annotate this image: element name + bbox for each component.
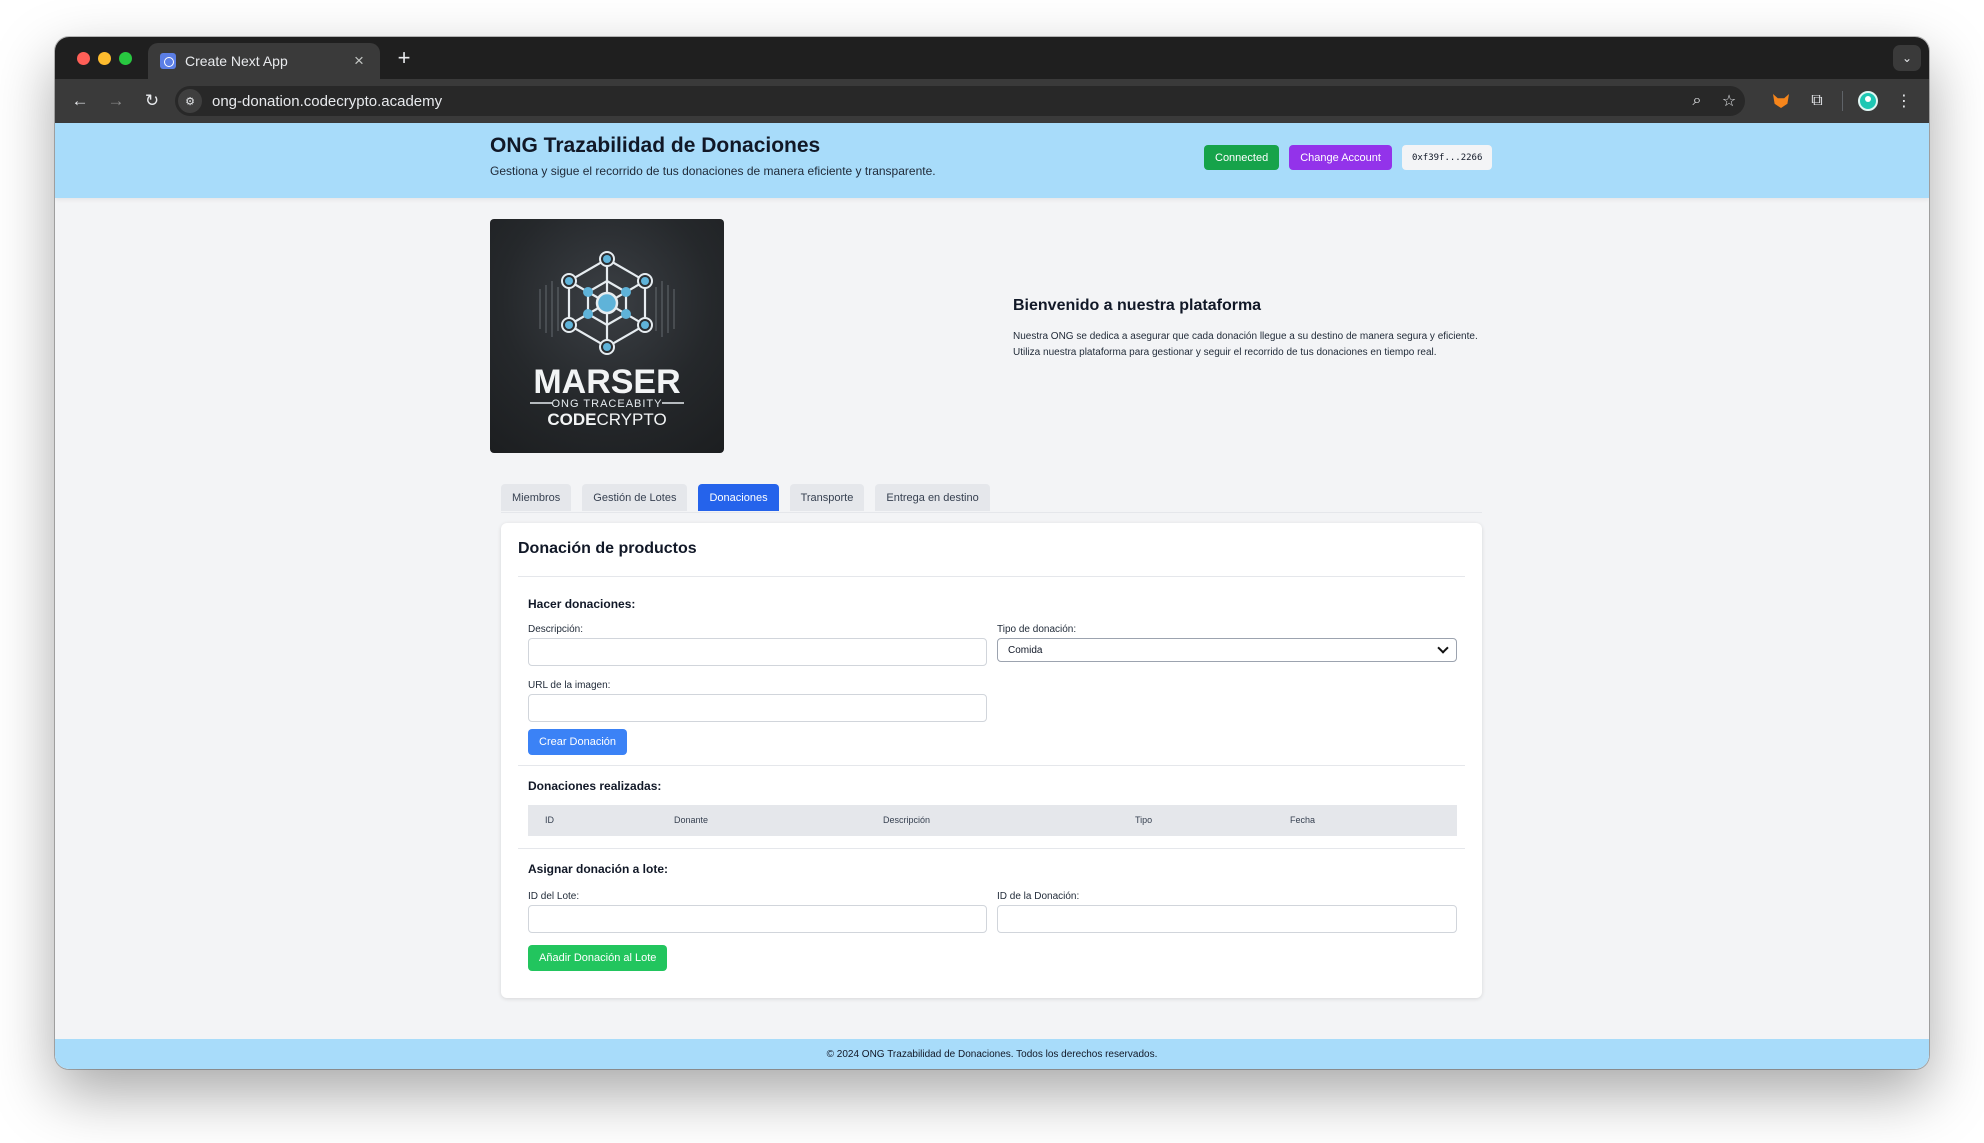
divider — [518, 765, 1465, 766]
column-header-tipo: Tipo — [1135, 815, 1153, 825]
browser-tab-active[interactable]: Create Next App × — [148, 43, 380, 79]
close-tab-icon[interactable]: × — [350, 51, 368, 71]
image-url-label: URL de la imagen: — [528, 680, 611, 691]
page-subtitle: Gestiona y sigue el recorrido de tus don… — [490, 164, 936, 178]
donation-type-label: Tipo de donación: — [997, 624, 1077, 635]
donation-id-label: ID de la Donación: — [997, 891, 1080, 902]
new-tab-button[interactable]: + — [391, 45, 417, 71]
avatar-icon — [1858, 91, 1878, 111]
tab-miembros[interactable]: Miembros — [501, 484, 572, 511]
metamask-fox-icon — [1773, 94, 1789, 108]
description-label: Descripción: — [528, 624, 584, 635]
welcome-title: Bienvenido a nuestra plataforma — [1013, 297, 1262, 314]
address-bar[interactable]: ⚙ ong-donation.codecrypto.academy ⌕ ☆ — [175, 86, 1745, 116]
column-header-donante: Donante — [674, 815, 709, 825]
browser-menu-button[interactable]: ⋮ — [1889, 86, 1919, 116]
add-donation-to-lot-button[interactable]: Añadir Donación al Lote — [528, 945, 668, 971]
window-controls — [77, 52, 132, 65]
close-window-button[interactable] — [77, 52, 90, 65]
create-donation-button[interactable]: Crear Donación — [528, 729, 628, 755]
arrow-left-icon: ← — [71, 91, 89, 110]
maximize-window-button[interactable] — [119, 52, 132, 65]
tab-donaciones[interactable]: Donaciones — [698, 484, 779, 511]
connected-button[interactable]: Connected — [1204, 145, 1280, 170]
column-header-fecha: Fecha — [1290, 815, 1316, 825]
tab-search-button[interactable]: ⌄ — [1893, 45, 1921, 71]
divider — [518, 576, 1465, 577]
reload-icon: ↻ — [144, 91, 160, 110]
lot-id-input[interactable] — [528, 905, 987, 933]
url-text[interactable]: ong-donation.codecrypto.academy — [212, 93, 1681, 110]
forward-button[interactable]: → — [101, 86, 131, 116]
donation-type-selected: Comida — [1008, 644, 1043, 656]
donation-id-input[interactable] — [997, 905, 1457, 933]
tune-icon: ⚙ — [185, 95, 195, 108]
profile-button[interactable] — [1853, 86, 1883, 116]
back-button[interactable]: ← — [65, 86, 95, 116]
header-actions: Connected Change Account 0xf39f...2266 — [1204, 145, 1493, 170]
arrow-right-icon: → — [107, 91, 125, 110]
donation-type-select[interactable]: Comida — [997, 638, 1457, 662]
browser-tab-strip: Create Next App × + ⌄ — [55, 37, 1929, 79]
logo-wordmark: MARSER — [533, 363, 680, 401]
minimize-window-button[interactable] — [98, 52, 111, 65]
browser-window: Create Next App × + ⌄ ← → ↻ ⚙ ong-donati… — [55, 37, 1929, 1069]
column-header-descripcion: Descripción — [883, 815, 931, 825]
footer-text: © 2024 ONG Trazabilidad de Donaciones. T… — [826, 1048, 1158, 1060]
donations-table-header: ID Donante Descripción Tipo Fecha — [528, 805, 1457, 836]
change-account-button[interactable]: Change Account — [1289, 145, 1392, 170]
column-header-id: ID — [545, 815, 554, 825]
toolbar-right: ⧉ ⋮ — [1766, 86, 1919, 116]
tab-entrega-en-destino[interactable]: Entrega en destino — [875, 484, 990, 511]
app-header: ONG Trazabilidad de Donaciones Gestiona … — [55, 123, 1929, 198]
make-donation-heading: Hacer donaciones: — [528, 597, 636, 611]
chevron-down-icon — [1437, 642, 1449, 654]
metamask-extension-button[interactable] — [1766, 86, 1796, 116]
welcome-text: Nuestra ONG se dedica a asegurar que cad… — [1013, 331, 1478, 358]
divider — [518, 848, 1465, 849]
image-url-input[interactable] — [528, 694, 987, 722]
magnifier-icon[interactable]: ⌕ — [1681, 92, 1713, 110]
browser-toolbar: ← → ↻ ⚙ ong-donation.codecrypto.academy … — [55, 79, 1929, 123]
app-footer: © 2024 ONG Trazabilidad de Donaciones. T… — [55, 1039, 1929, 1069]
kebab-menu-icon: ⋮ — [1896, 93, 1912, 110]
tab-gestion-de-lotes[interactable]: Gestión de Lotes — [582, 484, 688, 511]
site-info-button[interactable]: ⚙ — [178, 89, 202, 113]
extensions-button[interactable]: ⧉ — [1802, 86, 1832, 116]
web-page: ONG Trazabilidad de Donaciones Gestiona … — [55, 123, 1929, 1069]
donations-card: Donación de productos Hacer donaciones: … — [501, 523, 1482, 998]
tab-title: Create Next App — [185, 53, 288, 69]
section-tabs: Miembros Gestión de Lotes Donaciones Tra… — [501, 484, 1482, 513]
logo-tagline: ONG TRACEABITY — [552, 398, 663, 410]
tab-transporte[interactable]: Transporte — [789, 484, 865, 511]
card-title: Donación de productos — [518, 540, 697, 557]
donations-made-heading: Donaciones realizadas: — [528, 779, 662, 793]
account-address: 0xf39f...2266 — [1401, 145, 1493, 170]
puzzle-icon: ⧉ — [1811, 92, 1823, 109]
reload-button[interactable]: ↻ — [137, 86, 167, 116]
star-icon[interactable]: ☆ — [1713, 91, 1745, 111]
page-title: ONG Trazabilidad de Donaciones — [490, 134, 821, 157]
lot-id-label: ID del Lote: — [528, 891, 580, 902]
description-input[interactable] — [528, 638, 987, 666]
toolbar-separator — [1842, 91, 1843, 111]
assign-donation-heading: Asignar donación a lote: — [528, 862, 669, 876]
favicon-icon — [160, 53, 176, 69]
platform-logo: MARSER ONG TRACEABITY CODECRYPTO — [490, 219, 724, 453]
logo-brand: CODECRYPTO — [547, 410, 666, 429]
network-hexagon-icon: MARSER ONG TRACEABITY CODECRYPTO — [530, 251, 684, 429]
